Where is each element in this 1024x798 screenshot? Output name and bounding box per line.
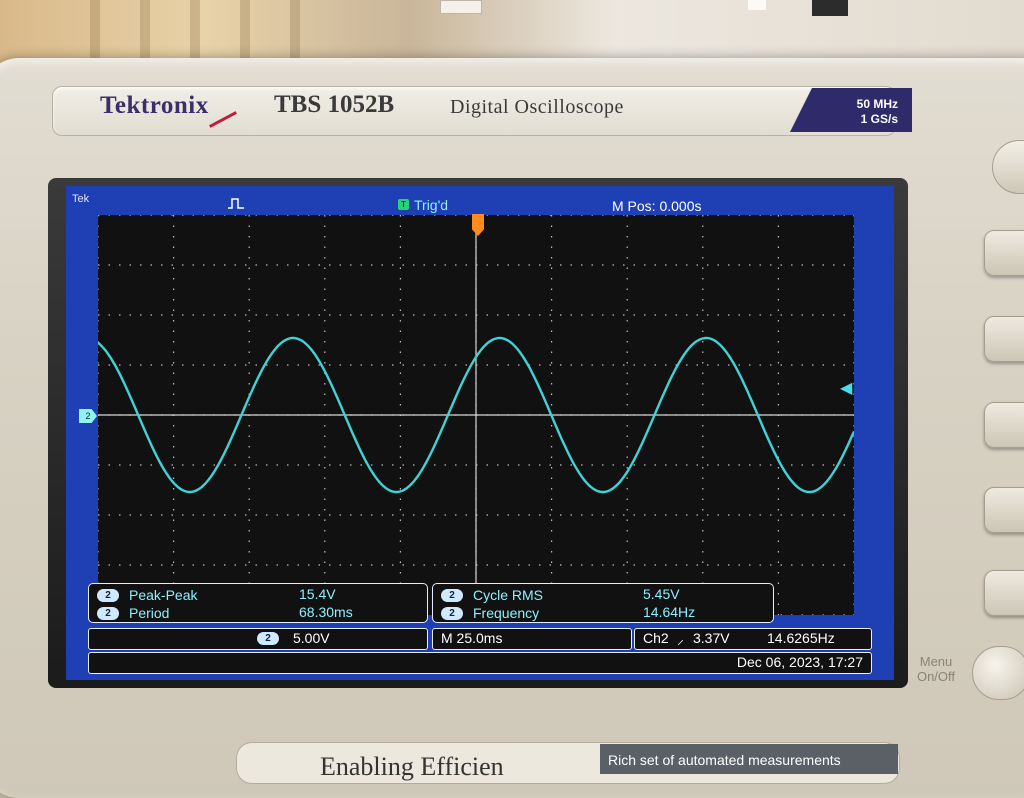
tek-label: Tek [72, 193, 90, 205]
ceiling-lamp [748, 0, 766, 10]
rising-edge-icon: ⸝ [677, 631, 684, 647]
measurement-value: 14.64Hz [643, 604, 696, 620]
option-button-1[interactable] [984, 230, 1024, 276]
menu-onoff-button[interactable] [972, 646, 1024, 700]
channel-scale-box: 2 5.00V [88, 628, 428, 650]
m-pos-readout: M Pos: 0.000s [612, 198, 702, 214]
ceiling-lamp [440, 0, 482, 14]
measurement-value: 15.4V [299, 586, 336, 602]
trigger-indicator-icon: T [398, 199, 409, 210]
trigger-channel: Ch2 [643, 630, 669, 646]
timebase-box: M 25.0ms [432, 628, 632, 650]
option-button-5[interactable] [984, 570, 1024, 616]
measurement-row: 2 Frequency [441, 604, 539, 622]
menu-label-line2: On/Off [916, 669, 956, 684]
measurement-row: 2 Cycle RMS [441, 586, 543, 604]
option-button-3[interactable] [984, 402, 1024, 448]
datetime-box: Dec 06, 2023, 17:27 [88, 652, 872, 674]
model-label: TBS 1052B [274, 91, 395, 118]
measurement-value: 5.45V [643, 586, 680, 602]
sticker-text: Rich set of automated measurements [608, 752, 841, 768]
trigger-status: Trig'd [414, 197, 449, 213]
trigger-info-box: Ch2 ⸝ 3.37V 14.6265Hz [634, 628, 872, 650]
measurement-panel-left: 2 Peak-Peak 15.4V 2 Period 68.30ms [88, 583, 428, 623]
channel-pill: 2 [257, 632, 279, 645]
option-button-2[interactable] [984, 316, 1024, 362]
measurement-label: Period [129, 605, 170, 621]
measurement-row: 2 Peak-Peak [97, 586, 197, 604]
channel-pill: 2 [97, 588, 119, 602]
measurement-panel-right: 2 Cycle RMS 5.45V 2 Frequency 14.64Hz [432, 583, 774, 623]
description-label: Digital Oscilloscope [450, 96, 624, 118]
brand-logo: Tektronix [100, 92, 209, 119]
trigger-level: 3.37V [693, 630, 730, 646]
measurement-label: Frequency [473, 605, 540, 621]
measurement-value: 68.30ms [299, 604, 353, 620]
timebase-readout: M 25.0ms [441, 630, 503, 646]
channel-pill: 2 [441, 588, 463, 602]
waveform-canvas [98, 215, 854, 615]
spec-bandwidth: 50 MHz [856, 97, 898, 111]
sticker-title: Enabling Efficien [320, 752, 504, 781]
ceiling-fixture [812, 0, 848, 16]
trigger-edge-icon [228, 198, 244, 209]
trigger-level-arrow-icon: ◀ [840, 380, 853, 397]
option-button-4[interactable] [984, 487, 1024, 533]
measurement-label: Cycle RMS [473, 587, 544, 603]
measurement-label: Peak-Peak [129, 587, 198, 603]
trigger-frequency: 14.6265Hz [767, 630, 835, 646]
volts-per-div: 5.00V [293, 630, 330, 646]
menu-onoff-label: Menu On/Off [906, 654, 966, 684]
menu-label-line1: Menu [919, 654, 953, 669]
spec-sample-rate: 1 GS/s [860, 112, 898, 126]
channel-pill: 2 [441, 606, 463, 620]
datetime-readout: Dec 06, 2023, 17:27 [736, 654, 863, 670]
channel-pill: 2 [97, 606, 119, 620]
measurement-row: 2 Period [97, 604, 169, 622]
waveform-plot [98, 215, 854, 615]
